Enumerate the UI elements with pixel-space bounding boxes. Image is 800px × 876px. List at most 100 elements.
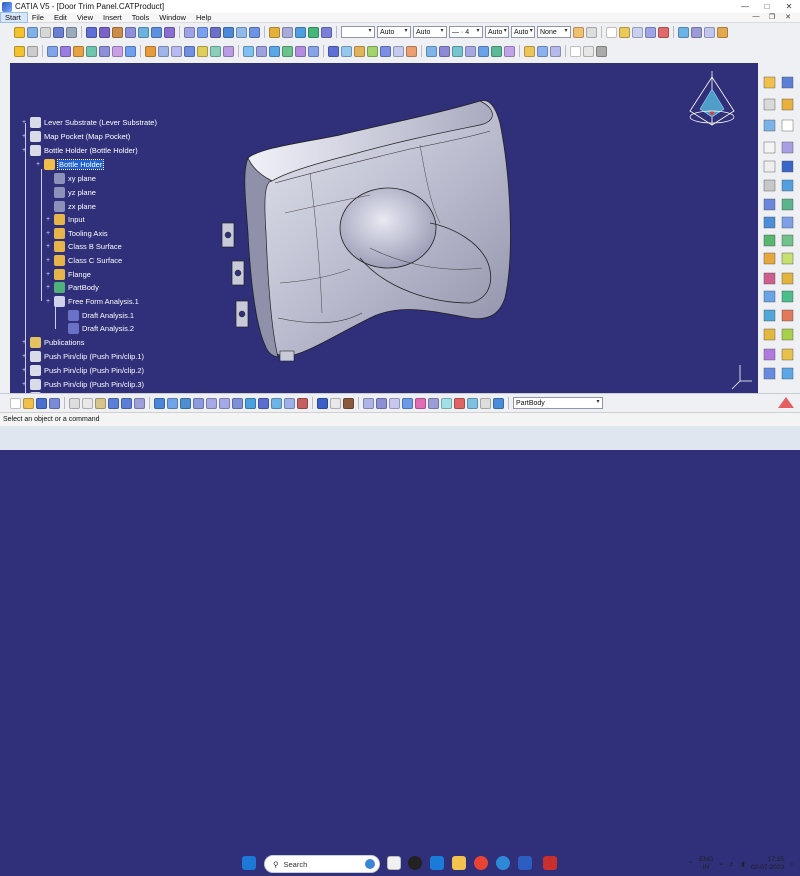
normal-view-icon[interactable] (232, 397, 243, 409)
tree-node[interactable]: + Tooling Axis (46, 228, 108, 239)
tree-expand-icon[interactable]: + (22, 353, 29, 360)
menu-window[interactable]: Window (155, 13, 192, 22)
mirror-icon[interactable] (328, 45, 339, 57)
tree-expand-icon[interactable]: + (36, 161, 43, 168)
weight-combo[interactable]: Auto ▾ (413, 26, 447, 38)
shell-icon[interactable] (269, 45, 280, 57)
ruler-icon[interactable] (27, 45, 38, 57)
grid-icon[interactable] (53, 26, 64, 38)
combine-icon[interactable] (524, 45, 535, 57)
3d-viewport[interactable]: + Lever Substrate (Lever Substrate) + Map P… (10, 63, 758, 393)
scale-icon[interactable] (354, 45, 365, 57)
distance-analysis-icon[interactable] (441, 397, 452, 409)
environment-icon[interactable] (480, 397, 491, 409)
tree-expand-icon[interactable]: + (46, 257, 53, 264)
symmetry-icon[interactable] (308, 26, 319, 38)
join-icon[interactable] (197, 26, 208, 38)
tree-node[interactable]: + Push Pin/clip (Push Pin/clip.3) (22, 379, 144, 390)
design-table-icon[interactable] (645, 26, 656, 38)
line-icon[interactable] (99, 26, 110, 38)
clock[interactable]: 17:35 02-07-2023 (751, 856, 784, 872)
curve-icon[interactable] (60, 45, 71, 57)
menu-insert[interactable]: Insert (99, 13, 128, 22)
rib-icon[interactable] (210, 45, 221, 57)
draft-analysis-tool-icon[interactable] (402, 397, 413, 409)
clip-tab-1[interactable] (221, 222, 235, 248)
axis-system-icon[interactable] (380, 45, 391, 57)
paint-icon[interactable] (573, 26, 584, 38)
remove-face-icon[interactable] (295, 45, 306, 57)
formula-icon[interactable] (606, 26, 617, 38)
point-icon[interactable] (86, 26, 97, 38)
learn-app-icon[interactable] (430, 856, 444, 870)
maximize-icon[interactable]: □ (756, 0, 778, 13)
connect-checker-icon[interactable] (389, 397, 400, 409)
multi-section-icon[interactable] (164, 26, 175, 38)
copy-icon[interactable] (82, 397, 93, 409)
connect-icon[interactable] (86, 45, 97, 57)
close-surface-icon[interactable] (439, 45, 450, 57)
tree-node[interactable]: + Flange (46, 269, 91, 280)
measure-icon[interactable] (691, 26, 702, 38)
snap-icon[interactable] (66, 26, 77, 38)
paste-icon[interactable] (95, 397, 106, 409)
curvature-icon[interactable] (376, 397, 387, 409)
properties-icon[interactable] (586, 26, 597, 38)
pad-icon[interactable] (145, 45, 156, 57)
tree-node[interactable]: zx plane (46, 201, 96, 212)
clip-tab-3[interactable] (235, 300, 249, 328)
tree-node[interactable]: + PartBody (46, 282, 99, 293)
circle-icon[interactable] (570, 45, 581, 57)
chrome-icon[interactable] (474, 856, 488, 870)
volume-icon[interactable] (465, 45, 476, 57)
doc-close-icon[interactable]: ✕ (780, 13, 796, 21)
redo-icon[interactable] (121, 397, 132, 409)
check-icon[interactable] (658, 26, 669, 38)
tree-node[interactable]: + Push Pin/clip (Push Pin/clip.2) (22, 365, 144, 376)
thread-icon[interactable] (282, 45, 293, 57)
tree-expand-icon[interactable]: + (46, 243, 53, 250)
menu-tools[interactable]: Tools (128, 13, 156, 22)
corner-icon[interactable] (125, 45, 136, 57)
slot-icon[interactable] (223, 45, 234, 57)
language-indicator[interactable]: ENG IN (699, 856, 713, 872)
sketch-analysis-icon[interactable] (363, 397, 374, 409)
tree-node[interactable]: + Class B Surface (46, 241, 122, 252)
tree-node[interactable]: Draft Analysis.1 (60, 310, 134, 321)
tree-expand-icon[interactable]: + (46, 284, 53, 291)
tree-node[interactable]: + Lever Substrate (Lever Substrate) (22, 117, 157, 128)
rotate-icon[interactable] (295, 26, 306, 38)
project-icon[interactable] (491, 45, 502, 57)
cut-icon[interactable] (69, 397, 80, 409)
compass-icon[interactable] (689, 71, 735, 126)
output-icon[interactable] (40, 26, 51, 38)
fit-all-icon[interactable] (167, 397, 178, 409)
hide-show-icon[interactable] (284, 397, 295, 409)
tree-node[interactable]: + Map Pocket (Map Pocket) (22, 131, 130, 142)
spline-icon[interactable] (99, 45, 110, 57)
rotate-view-icon[interactable] (193, 397, 204, 409)
color-combo[interactable]: Auto ▾ (485, 26, 509, 38)
zoom-in-icon[interactable] (206, 397, 217, 409)
new-icon[interactable] (10, 397, 21, 409)
inertia-icon[interactable] (717, 26, 728, 38)
apply-material-icon[interactable] (317, 397, 328, 409)
silhouette-icon[interactable] (550, 45, 561, 57)
helix-icon[interactable] (112, 45, 123, 57)
affinity-icon[interactable] (367, 45, 378, 57)
polyline-icon[interactable] (596, 45, 607, 57)
scaling-icon[interactable] (321, 26, 332, 38)
revolve-icon[interactable] (125, 26, 136, 38)
chevron-up-icon[interactable]: ⌃ (688, 860, 693, 868)
multi-view-icon[interactable] (245, 397, 256, 409)
line-style-combo[interactable]: — · 4 ▾ (449, 26, 483, 38)
zoom-out-icon[interactable] (219, 397, 230, 409)
surface-curvature-icon[interactable] (415, 397, 426, 409)
menu-file[interactable]: File (28, 13, 50, 22)
sweep-icon[interactable] (138, 26, 149, 38)
pocket-icon[interactable] (158, 45, 169, 57)
word-icon[interactable] (518, 856, 532, 870)
edge-icon[interactable] (496, 856, 510, 870)
task-view-icon[interactable] (387, 856, 401, 870)
sketch-icon[interactable] (14, 26, 25, 38)
